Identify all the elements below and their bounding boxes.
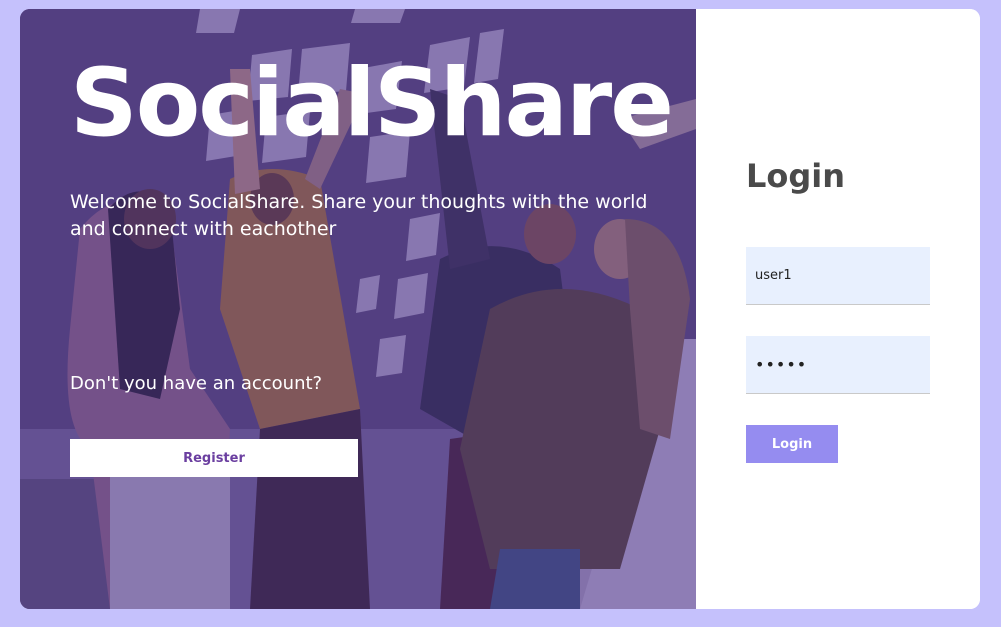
login-title: Login <box>746 157 846 195</box>
welcome-text: Welcome to SocialShare. Share your thoug… <box>70 191 648 240</box>
password-input[interactable] <box>746 336 930 394</box>
hero-content: SocialShare Welcome to SocialShare. Shar… <box>70 9 674 609</box>
hero-panel: SocialShare Welcome to SocialShare. Shar… <box>20 9 696 609</box>
register-button[interactable]: Register <box>70 439 358 477</box>
main-card: SocialShare Welcome to SocialShare. Shar… <box>20 9 980 609</box>
login-button[interactable]: Login <box>746 425 838 463</box>
login-panel: Login Login <box>696 9 980 609</box>
username-input[interactable] <box>746 247 930 305</box>
register-prompt: Don't you have an account? <box>70 373 323 394</box>
brand-title: SocialShare <box>70 49 674 158</box>
